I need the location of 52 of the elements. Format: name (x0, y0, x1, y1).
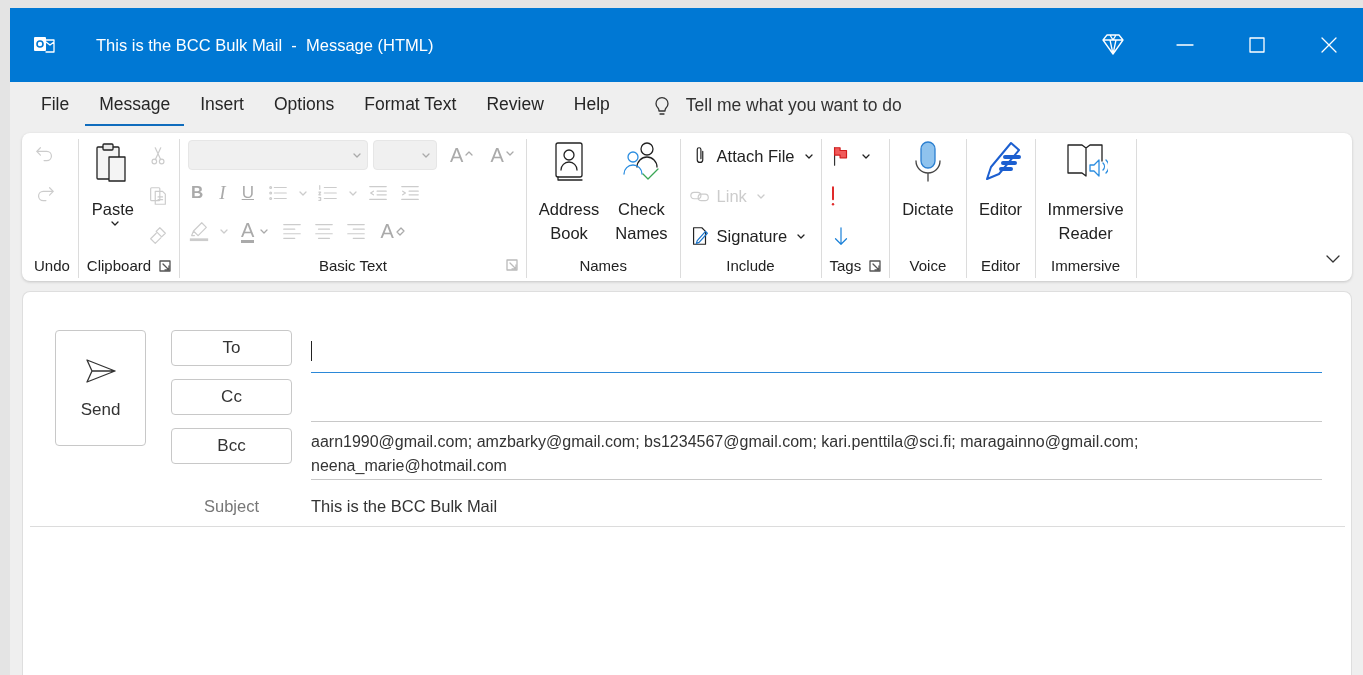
signature-button[interactable]: Signature (688, 219, 813, 253)
subject-label: Subject (202, 496, 260, 516)
diamond-icon[interactable] (1101, 33, 1125, 57)
caret-icon (220, 228, 229, 234)
caret-icon (260, 228, 269, 234)
caret-icon (348, 190, 357, 196)
exclamation-icon (829, 185, 836, 207)
eraser-icon (395, 226, 405, 236)
subject-field[interactable]: This is the BCC Bulk Mail (311, 486, 1322, 526)
window-title: This is the BCC Bulk Mail - Message (HTML) (96, 35, 434, 55)
pen-button[interactable]: Editor (974, 139, 1027, 221)
group-label: Names (579, 256, 627, 274)
book-speaker-button[interactable]: Immersive Reader (1043, 139, 1128, 245)
mail-app-icon (32, 34, 56, 56)
caret-icon (353, 152, 362, 158)
group-label: Clipboard (86, 257, 152, 274)
recipient-button[interactable]: Cc (171, 379, 292, 415)
recipient-field[interactable]: aarn1990@gmail.com; amzbarky@gmail.com; bs1234567@gmail.com; kari.penttila@sci.fi; maragainno@gmail.com; neena_marie@hotmail.com (311, 428, 1322, 480)
menu-tab[interactable]: Format Text (350, 83, 471, 127)
send-button[interactable]: Send (55, 330, 146, 446)
clipboard-button[interactable]: Paste (86, 139, 139, 226)
caret-icon (110, 221, 119, 226)
group-label: Undo (34, 256, 70, 274)
menu-tab[interactable]: Insert (186, 83, 258, 127)
recipient-button[interactable]: Bcc (171, 428, 292, 464)
menu-tab[interactable]: Review (472, 83, 558, 127)
search-field[interactable]: Tell me what you want to do (683, 93, 984, 117)
group-label: Voice (909, 256, 947, 274)
microphone-button[interactable]: Dictate (898, 139, 958, 221)
paperclip-button[interactable]: Attach File (688, 139, 813, 173)
caret-icon (422, 152, 431, 158)
group-label: Basic Text (318, 256, 387, 274)
caret-icon (756, 193, 765, 199)
menu-tab[interactable]: File (27, 83, 84, 127)
menu-tab[interactable]: Message (85, 84, 185, 126)
caret-icon (804, 153, 813, 159)
menu-tab[interactable]: Options (260, 83, 349, 127)
numbered-list-icon (316, 182, 339, 204)
recipient-button[interactable]: To (171, 330, 292, 366)
dialog-launcher-icon[interactable] (159, 259, 172, 272)
group-label: Tags (829, 257, 862, 274)
dialog-launcher-icon[interactable] (869, 259, 882, 272)
group-label: Immersive (1051, 256, 1121, 274)
people-check-button[interactable]: Check Names (611, 139, 672, 245)
menu-tab[interactable]: Help (559, 83, 624, 127)
caret-icon (797, 233, 806, 239)
group-label: Editor (980, 256, 1021, 274)
address-book-button[interactable]: Address Book (534, 139, 604, 245)
caret-icon (861, 153, 870, 159)
group-label: Include (726, 257, 775, 274)
highlighter-icon (188, 220, 211, 242)
caret-icon (298, 190, 307, 196)
